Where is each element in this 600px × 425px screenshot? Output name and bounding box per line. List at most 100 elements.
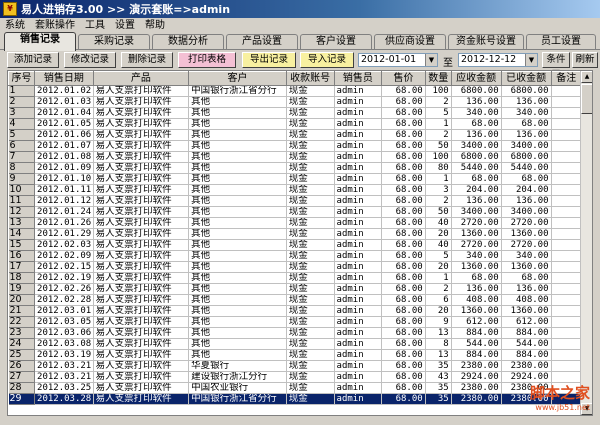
table-row[interactable]: 18 2012.02.19 易人支票打印软件 其他 现金 admin 68.00 1 68.00… [8, 272, 583, 284]
tab-sales-records[interactable]: 销售记录 [4, 32, 76, 51]
tab-data-analysis[interactable]: 数据分析 [152, 34, 224, 50]
table-cell: 现金 [286, 327, 335, 339]
tab-supplier-settings[interactable]: 供应商设置 [374, 34, 446, 50]
table-row[interactable]: 15 2012.02.03 易人支票打印软件 其他 现金 admin 68.00 40 2720… [8, 239, 583, 251]
table-cell: admin [334, 272, 383, 284]
tab-fund-account-settings[interactable]: 资金账号设置 [448, 34, 524, 50]
table-cell: 2 [425, 129, 452, 141]
table-row[interactable]: 27 2012.03.21 易人支票打印软件 建设银行浙江分行 现金 admin 68.00… [8, 371, 583, 383]
table-cell: 现金 [286, 151, 335, 163]
chevron-down-icon[interactable]: ▼ [525, 54, 537, 66]
table-row[interactable]: 12 2012.01.24 易人支票打印软件 其他 现金 admin 68.00 50 3400… [8, 206, 583, 218]
table-row[interactable]: 19 2012.02.26 易人支票打印软件 其他 现金 admin 68.00 2 136.0… [8, 283, 583, 295]
table-row[interactable]: 7 2012.01.08 易人支票打印软件 其他 现金 admin 68.00 100 6800… [8, 151, 583, 163]
table-row[interactable]: 29 2012.03.28 易人支票打印软件 中国银行浙江省分行 现金 admin 68.0… [8, 393, 583, 405]
table-row[interactable]: 1 2012.01.02 易人支票打印软件 中国银行浙江省分行 现金 admin 68.00… [8, 85, 583, 97]
table-cell: 2 [425, 96, 452, 108]
column-header[interactable]: 数量 [424, 71, 452, 86]
table-cell: 易人支票打印软件 [93, 239, 190, 251]
table-row[interactable]: 25 2012.03.19 易人支票打印软件 其他 现金 admin 68.00 13 884.… [8, 349, 583, 361]
table-cell [551, 140, 583, 152]
column-header[interactable]: 序号 [8, 71, 36, 86]
column-header[interactable]: 收款账号 [285, 71, 335, 86]
table-row[interactable]: 6 2012.01.07 易人支票打印软件 其他 现金 admin 68.00 50 3400.… [8, 140, 583, 152]
tab-purchase-records[interactable]: 采购记录 [78, 34, 150, 50]
table-row[interactable]: 16 2012.02.09 易人支票打印软件 其他 现金 admin 68.00 5 340.0… [8, 250, 583, 262]
table-row[interactable]: 3 2012.01.04 易人支票打印软件 其他 现金 admin 68.00 5 340.00… [8, 107, 583, 119]
table-cell: 2012.01.11 [34, 184, 94, 196]
table-cell: 其他 [188, 272, 287, 284]
scroll-down-icon[interactable]: ▼ [581, 403, 592, 415]
table-row[interactable]: 24 2012.03.08 易人支票打印软件 其他 现金 admin 68.00 8 544.0… [8, 338, 583, 350]
print-table-button[interactable]: 打印表格 [178, 52, 236, 68]
table-cell: 68.00 [381, 107, 426, 119]
chevron-down-icon[interactable]: ▼ [425, 54, 437, 66]
table-cell: 136.00 [451, 129, 502, 141]
menu-help[interactable]: 帮助 [140, 18, 170, 33]
column-header[interactable]: 已收金额 [500, 71, 552, 86]
table-row[interactable]: 9 2012.01.10 易人支票打印软件 其他 现金 admin 68.00 1 68.00 6… [8, 173, 583, 185]
sales-grid[interactable]: 序号 销售日期 产品 客户 收款账号 销售员 售价 数量 应收金额 已收金额 备注 1 2012.01… [7, 70, 593, 416]
vertical-scrollbar[interactable]: ▲ ▼ [580, 71, 592, 415]
table-cell: 2380.00 [501, 382, 552, 394]
column-header[interactable]: 销售员 [333, 71, 383, 86]
scroll-up-icon[interactable]: ▲ [581, 71, 592, 83]
import-records-button[interactable]: 导入记录 [300, 52, 354, 68]
delete-record-button[interactable]: 删除记录 [121, 52, 173, 68]
table-row[interactable]: 13 2012.01.26 易人支票打印软件 其他 现金 admin 68.00 40 2720… [8, 217, 583, 229]
column-header[interactable]: 销售日期 [34, 71, 94, 86]
table-row[interactable]: 4 2012.01.05 易人支票打印软件 其他 现金 admin 68.00 1 68.00 6… [8, 118, 583, 130]
table-cell: 其他 [188, 228, 287, 240]
menu-account-ops[interactable]: 套账操作 [30, 18, 80, 33]
table-row[interactable]: 17 2012.02.15 易人支票打印软件 其他 现金 admin 68.00 20 1360… [8, 261, 583, 273]
table-row[interactable]: 23 2012.03.06 易人支票打印软件 其他 现金 admin 68.00 13 884.… [8, 327, 583, 339]
table-cell: 35 [425, 382, 452, 394]
table-cell: 2012.02.09 [34, 250, 94, 262]
table-cell: 408.00 [451, 294, 502, 306]
column-header[interactable]: 产品 [92, 71, 190, 86]
date-to-picker[interactable]: 2012-12-12 ▼ [458, 53, 538, 67]
title-bar[interactable]: ¥ 易人进销存3.00 >> 演示套账=>admin [0, 0, 600, 18]
table-cell: 3 [8, 107, 36, 119]
menu-tools[interactable]: 工具 [80, 18, 110, 33]
date-to-value: 2012-12-12 [461, 54, 517, 65]
tab-customer-settings[interactable]: 客户设置 [300, 34, 372, 50]
table-row[interactable]: 20 2012.02.28 易人支票打印软件 其他 现金 admin 68.00 6 408.0… [8, 294, 583, 306]
tab-product-settings[interactable]: 产品设置 [226, 34, 298, 50]
date-from-picker[interactable]: 2012-01-01 ▼ [358, 53, 438, 67]
column-header[interactable]: 客户 [188, 71, 287, 86]
table-cell: 68.00 [381, 162, 426, 174]
table-cell: 7 [8, 151, 36, 163]
table-cell: 68.00 [381, 316, 426, 328]
table-row[interactable]: 21 2012.03.01 易人支票打印软件 其他 现金 admin 68.00 20 1360… [8, 305, 583, 317]
refresh-button[interactable]: 刷新 [572, 52, 598, 68]
table-row[interactable]: 8 2012.01.09 易人支票打印软件 其他 现金 admin 68.00 80 5440.… [8, 162, 583, 174]
condition-button[interactable]: 条件▼ [542, 52, 570, 79]
table-row[interactable]: 14 2012.01.29 易人支票打印软件 其他 现金 admin 68.00 20 1360… [8, 228, 583, 240]
table-cell: 50 [425, 206, 452, 218]
scroll-thumb[interactable] [581, 84, 592, 114]
tab-employee-settings[interactable]: 员工设置 [526, 34, 596, 50]
table-cell: 136.00 [451, 283, 502, 295]
menu-system[interactable]: 系统 [0, 18, 30, 33]
table-row[interactable]: 10 2012.01.11 易人支票打印软件 其他 现金 admin 68.00 3 204.0… [8, 184, 583, 196]
table-cell: 68.00 [381, 184, 426, 196]
table-cell: 易人支票打印软件 [93, 382, 190, 394]
export-records-button[interactable]: 导出记录 [242, 52, 296, 68]
table-cell: 14 [8, 228, 36, 240]
column-header[interactable]: 备注 [550, 71, 583, 86]
column-header[interactable]: 售价 [381, 71, 426, 86]
table-row[interactable]: 28 2012.03.25 易人支票打印软件 中国农业银行 现金 admin 68.00 35… [8, 382, 583, 394]
menu-settings[interactable]: 设置 [110, 18, 140, 33]
table-row[interactable]: 2 2012.01.03 易人支票打印软件 其他 现金 admin 68.00 2 136.00… [8, 96, 583, 108]
table-row[interactable]: 5 2012.01.06 易人支票打印软件 其他 现金 admin 68.00 2 136.00… [8, 129, 583, 141]
table-row[interactable]: 22 2012.03.05 易人支票打印软件 其他 现金 admin 68.00 9 612.0… [8, 316, 583, 328]
table-row[interactable]: 11 2012.01.12 易人支票打印软件 其他 现金 admin 68.00 2 136.0… [8, 195, 583, 207]
table-cell: 3400.00 [451, 140, 502, 152]
add-record-button[interactable]: 添加记录 [7, 52, 59, 68]
column-header[interactable]: 应收金额 [450, 71, 502, 86]
table-cell: 2012.02.19 [34, 272, 94, 284]
table-cell [551, 305, 583, 317]
table-row[interactable]: 26 2012.03.21 易人支票打印软件 华夏银行 现金 admin 68.00 35 23… [8, 360, 583, 372]
edit-record-button[interactable]: 修改记录 [64, 52, 116, 68]
